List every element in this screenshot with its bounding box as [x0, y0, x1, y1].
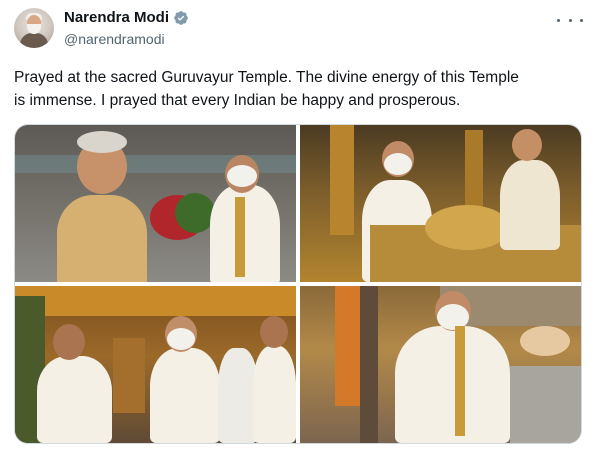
photo-top-right[interactable]: [300, 125, 581, 282]
author-display-name[interactable]: Narendra Modi: [64, 9, 169, 26]
verified-badge-icon: [173, 10, 189, 26]
photo-top-left[interactable]: [15, 125, 296, 282]
photo-bottom-right[interactable]: [300, 286, 581, 443]
tweet-text: Prayed at the sacred Guruvayur Temple. T…: [14, 69, 519, 109]
media-grid: [14, 124, 582, 444]
author-handle[interactable]: @narendramodi: [64, 31, 165, 47]
avatar[interactable]: [14, 8, 54, 48]
author-row: Narendra Modi: [64, 9, 189, 26]
photo-bottom-left[interactable]: [15, 286, 296, 443]
more-options-icon[interactable]: [557, 12, 583, 28]
